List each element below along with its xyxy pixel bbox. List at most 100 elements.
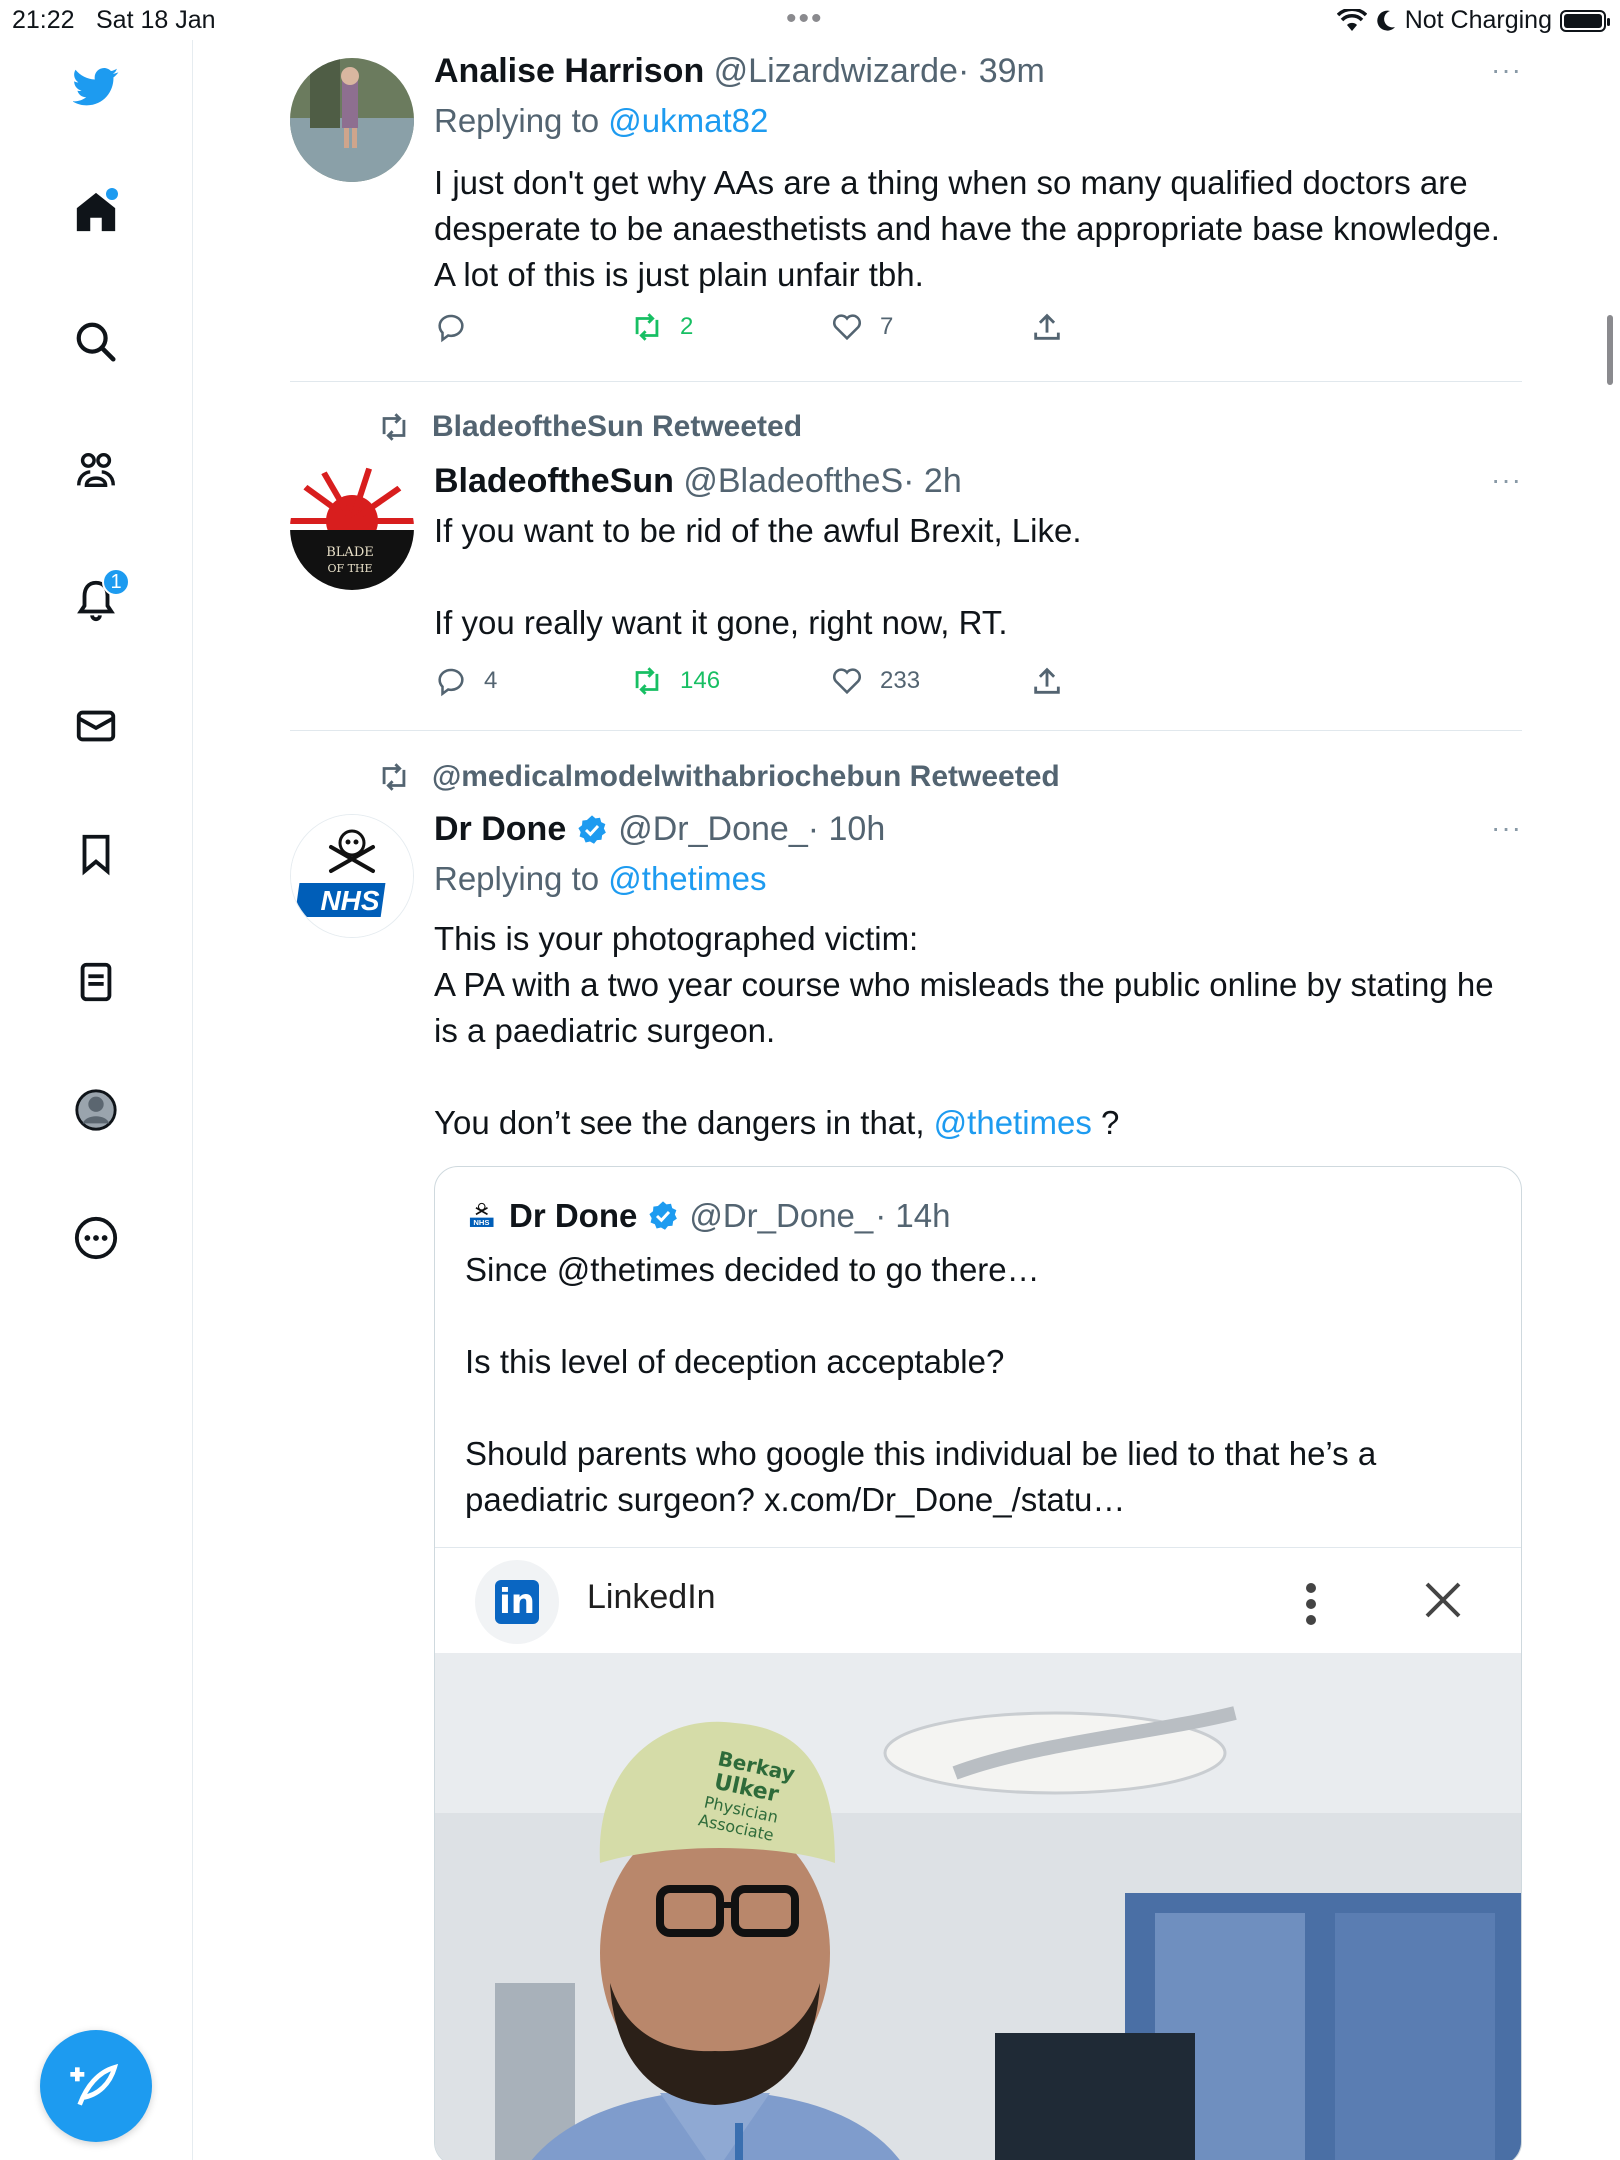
heart-icon: [832, 668, 862, 695]
quoted-text-line: Is this level of deception acceptable?: [465, 1343, 1005, 1380]
kebab-menu-icon[interactable]: [1301, 1568, 1321, 1638]
tweet-text-line: This is your photographed victim:: [434, 920, 919, 957]
verified-badge-icon: [649, 1201, 678, 1230]
mention-link[interactable]: @ukmat82: [608, 102, 768, 139]
quoted-tweet-time[interactable]: · 14h: [875, 1197, 950, 1235]
quoted-author-handle[interactable]: @Dr_Done_: [689, 1197, 873, 1235]
status-bar: 21:22 Sat 18 Jan ••• Not Charging: [0, 0, 1620, 40]
tweet-text-line: A PA with a two year course who misleads…: [434, 966, 1494, 1049]
more-options-button[interactable]: ···: [1491, 464, 1522, 496]
linkedin-card-header[interactable]: in LinkedIn: [435, 1547, 1521, 1653]
tweet-header: Analise Harrison @Lizardwizarde· 39m: [434, 52, 1045, 91]
author-name[interactable]: BladeoftheSun: [434, 462, 674, 500]
reply-button[interactable]: [434, 310, 484, 344]
wifi-icon: [1336, 8, 1367, 31]
share-button[interactable]: [1030, 664, 1064, 698]
mention-link[interactable]: @thetimes: [934, 1104, 1092, 1141]
quoted-avatar[interactable]: NHS: [465, 1199, 499, 1233]
tweet[interactable]: Analise Harrison @Lizardwizarde· 39m ···…: [290, 52, 1522, 372]
tweet-text-line: If you want to be rid of the awful Brexi…: [434, 512, 1082, 549]
status-date: Sat 18 Jan: [96, 6, 216, 34]
avatar[interactable]: [290, 58, 414, 182]
close-icon[interactable]: [1413, 1570, 1473, 1630]
linkedin-card-title: LinkedIn: [587, 1578, 716, 1616]
retweet-icon: [635, 313, 659, 341]
avatar-text: OF THE: [327, 562, 372, 575]
tweet-time[interactable]: · 39m: [958, 52, 1045, 90]
tweet-time[interactable]: · 10h: [808, 810, 886, 849]
more-icon[interactable]: [66, 1208, 126, 1268]
more-options-button[interactable]: ···: [1491, 54, 1522, 86]
retweeted-by-label: BladeoftheSun Retweeted: [432, 410, 803, 443]
nhs-logo-text: NHS: [473, 1218, 489, 1227]
quoted-text-line: Since @thetimes decided to go there…: [465, 1251, 1040, 1288]
tweet-text-line: You don’t see the dangers in that, @thet…: [434, 1100, 1524, 1146]
replying-prefix: Replying to: [434, 102, 600, 139]
more-options-button[interactable]: ···: [1491, 812, 1522, 844]
tweet-text: I just don't get why AAs are a thing whe…: [434, 164, 1500, 293]
replying-prefix: Replying to: [434, 860, 600, 897]
search-icon[interactable]: [66, 312, 126, 372]
mention-link[interactable]: @thetimes: [608, 860, 766, 897]
tweet[interactable]: BladeoftheSun Retweeted BLADE OF THE Bla…: [290, 408, 1522, 728]
retweet-icon: [382, 763, 406, 791]
tweet[interactable]: @medicalmodelwithabriochebun Retweeted N…: [290, 758, 1522, 2160]
quoted-tweet-text: Since @thetimes decided to go there… Is …: [465, 1247, 1485, 1523]
avatar-text: BLADE: [326, 545, 374, 560]
retweet-button[interactable]: 2: [630, 310, 693, 344]
reply-icon: [438, 668, 464, 697]
home-icon[interactable]: [66, 182, 126, 242]
retweeted-by[interactable]: BladeoftheSun Retweeted: [374, 410, 802, 444]
avatar[interactable]: NHS: [290, 814, 414, 938]
share-icon: [1034, 667, 1060, 694]
sidebar: 1: [0, 40, 193, 2160]
quoted-tweet-card[interactable]: NHS Dr Done @Dr_Done_ · 14h Since @thetim…: [434, 1166, 1522, 2160]
notifications-icon[interactable]: 1: [66, 568, 130, 630]
like-count: 233: [880, 667, 921, 694]
avatar[interactable]: BLADE OF THE: [290, 466, 414, 590]
compose-tweet-icon: [70, 2063, 119, 2106]
like-button[interactable]: 233: [830, 664, 920, 698]
twitter-bird-icon[interactable]: [66, 56, 126, 116]
divider: [290, 381, 1522, 382]
multitasking-handle[interactable]: •••: [786, 2, 824, 36]
communities-icon[interactable]: [66, 440, 126, 500]
author-handle[interactable]: @Dr_Done_: [618, 810, 808, 849]
bookmarks-icon[interactable]: [66, 824, 126, 884]
scrollbar[interactable]: [1607, 315, 1613, 385]
like-button[interactable]: 7: [830, 310, 893, 344]
tweet-text: If you want to be rid of the awful Brexi…: [434, 508, 1524, 646]
quoted-author-name[interactable]: Dr Done: [509, 1197, 637, 1235]
reply-count: 4: [484, 667, 498, 694]
nhs-logo-text: NHS: [320, 885, 379, 916]
author-handle[interactable]: @BladeoftheS: [683, 462, 903, 500]
home-unread-dot: [106, 188, 118, 200]
tweet-time[interactable]: · 2h: [903, 462, 962, 500]
notification-badge: 1: [102, 568, 130, 596]
reply-button[interactable]: 4: [434, 664, 497, 698]
battery-icon: [1560, 9, 1610, 32]
share-icon: [1034, 313, 1060, 340]
tweet-actions: 2 7: [434, 310, 1234, 354]
linkedin-profile-photo[interactable]: Berkay Ulker Physician Associate: [435, 1653, 1521, 2160]
replying-to: Replying to @ukmat82: [434, 102, 768, 140]
like-count: 7: [880, 313, 894, 340]
author-name[interactable]: Dr Done: [434, 810, 566, 849]
compose-tweet-button[interactable]: [40, 2030, 152, 2142]
share-button[interactable]: [1030, 310, 1064, 344]
retweet-count: 146: [680, 667, 721, 694]
quoted-text-line: Should parents who google this individua…: [465, 1435, 1377, 1518]
retweet-icon: [635, 667, 659, 695]
tweet-text-line: If you really want it gone, right now, R…: [434, 604, 1008, 641]
tweet-header: Dr Done @Dr_Done_ · 10h: [434, 810, 885, 849]
tweet-text-segment: ?: [1091, 1104, 1120, 1141]
retweeted-by[interactable]: @medicalmodelwithabriochebun Retweeted: [374, 760, 1060, 794]
messages-icon[interactable]: [66, 696, 126, 756]
profile-icon[interactable]: [66, 1080, 126, 1140]
author-handle[interactable]: @Lizardwizarde: [714, 52, 958, 90]
lists-icon[interactable]: [66, 952, 126, 1012]
retweet-button[interactable]: 146: [630, 664, 720, 698]
tweet-text: This is your photographed victim: A PA w…: [434, 916, 1524, 1146]
retweet-icon: [382, 413, 406, 441]
author-name[interactable]: Analise Harrison: [434, 52, 704, 90]
